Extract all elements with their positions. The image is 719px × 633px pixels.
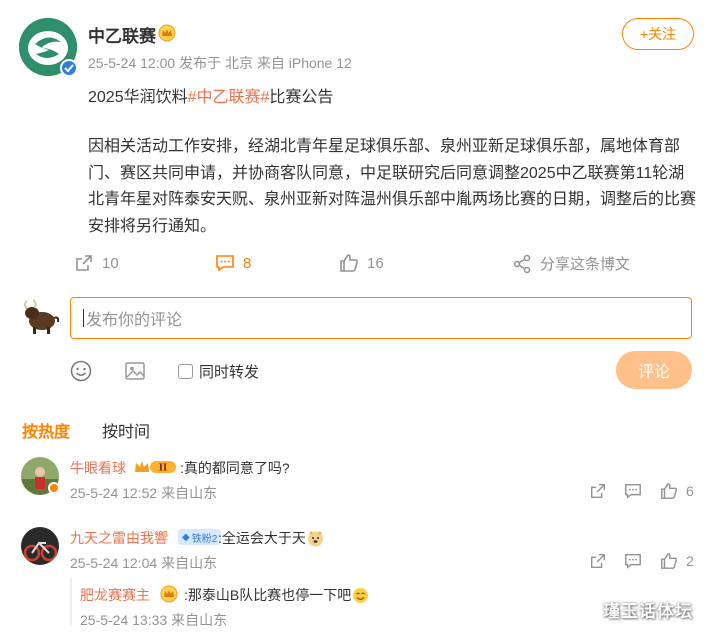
- repost-icon[interactable]: [589, 552, 607, 570]
- fan-badge: ◆ 铁粉2: [178, 529, 222, 545]
- share-label: 分享这条博文: [540, 256, 631, 273]
- repost-checkbox[interactable]: 同时转发: [178, 361, 259, 382]
- share-icon: [513, 254, 531, 273]
- comment-like-button[interactable]: 2: [660, 552, 694, 570]
- verified-icon: [60, 59, 78, 77]
- reply-meta: 25-5-24 13:33 来自山东: [80, 610, 227, 630]
- smile-emoji-icon: [353, 587, 369, 603]
- comment-button[interactable]: 8: [215, 253, 251, 273]
- comment-text-wrap: :全运会大于天: [218, 528, 324, 548]
- thumbs-up-icon: [661, 483, 678, 499]
- diamond-icon: ◆: [182, 531, 190, 543]
- comment-time: 25-5-24 12:04: [70, 555, 158, 571]
- commenter-avatar[interactable]: [21, 527, 59, 565]
- like-count: 16: [367, 254, 384, 272]
- comment-count: 8: [243, 254, 252, 272]
- comment-like-button[interactable]: 6: [660, 482, 694, 500]
- vip-dot-icon: [48, 482, 60, 494]
- share-button[interactable]: 分享这条博文: [512, 253, 630, 274]
- image-icon[interactable]: [124, 360, 146, 382]
- level-badge: II: [134, 459, 178, 475]
- submit-comment-button[interactable]: 评论: [616, 351, 692, 389]
- repost-icon: [76, 255, 92, 271]
- thumbs-up-icon: [340, 254, 358, 272]
- title-prefix: 2025华润饮料: [88, 89, 188, 106]
- user-avatar[interactable]: [21, 296, 61, 336]
- post-title: 2025华润饮料#中乙联赛#比赛公告: [88, 83, 333, 107]
- comment-text: :全运会大于天: [218, 530, 306, 546]
- reply-text: :那泰山B队比赛也停一下吧: [184, 587, 352, 603]
- reply-time: 25-5-24 13:33: [80, 612, 168, 628]
- checkbox-box[interactable]: [178, 364, 193, 379]
- comment-time: 25-5-24 12:52: [70, 485, 158, 501]
- comment-text: :真的都同意了吗?: [180, 460, 290, 476]
- comment-placeholder: 发布你的评论: [86, 312, 183, 329]
- fan-badge-label: 铁粉2: [191, 533, 218, 545]
- post-device: 来自 iPhone 12: [256, 55, 352, 71]
- comment-location: 来自山东: [161, 555, 218, 571]
- post-meta: 25-5-24 12:00 发布于 北京 来自 iPhone 12: [88, 53, 352, 73]
- thumbs-up-icon: [661, 553, 678, 569]
- hashtag-link[interactable]: #中乙联赛#: [188, 89, 270, 106]
- like-button[interactable]: 16: [339, 253, 384, 273]
- comment-meta: 25-5-24 12:52 来自山东: [70, 483, 217, 503]
- post-location: 发布于 北京: [179, 55, 253, 71]
- repost-icon[interactable]: [589, 482, 607, 500]
- comment-icon[interactable]: [624, 552, 642, 570]
- crown-level-icon: II: [135, 461, 176, 474]
- comment-like-count: 2: [686, 553, 694, 569]
- tab-sort-time[interactable]: 按时间: [102, 418, 150, 442]
- comment-location: 来自山东: [161, 485, 218, 501]
- crown-icon: [160, 585, 178, 603]
- post-time[interactable]: 25-5-24 12:00: [88, 55, 175, 71]
- repost-count: 10: [102, 254, 119, 272]
- comment-input[interactable]: 发布你的评论: [70, 297, 692, 339]
- reply-divider: [70, 578, 72, 626]
- svg-text:II: II: [159, 464, 167, 474]
- post-body: 因相关活动工作安排，经湖北青年星足球俱乐部、泉州亚新足球俱乐部，属地体育部门、赛…: [88, 138, 697, 235]
- repost-button[interactable]: 10: [74, 253, 119, 273]
- fan-level-badge: ◆ 铁粉2: [178, 529, 222, 545]
- comment-like-count: 6: [686, 483, 694, 499]
- tab-sort-hot[interactable]: 按热度: [22, 418, 70, 442]
- commenter-name[interactable]: 牛眼看球: [70, 458, 126, 478]
- reply-location: 来自山东: [171, 612, 228, 628]
- watermark: 瑾玉话体坛: [603, 602, 693, 621]
- comment-icon: [216, 255, 234, 272]
- title-suffix: 比赛公告: [269, 89, 334, 106]
- author-name[interactable]: 中乙联赛: [88, 22, 156, 47]
- reply-author-name[interactable]: 肥龙赛赛主: [80, 585, 150, 605]
- comment-icon[interactable]: [624, 482, 642, 500]
- crown-icon: [158, 24, 176, 42]
- text-caret: [83, 309, 84, 327]
- follow-button[interactable]: +关注: [622, 18, 694, 50]
- commenter-name[interactable]: 九天之雷由我響: [70, 528, 168, 548]
- comment-meta: 25-5-24 12:04 来自山东: [70, 553, 217, 573]
- reply-text-wrap: :那泰山B队比赛也停一下吧: [184, 585, 369, 605]
- doge-emoji-icon: [307, 530, 323, 546]
- emoji-icon[interactable]: [70, 360, 92, 382]
- repost-checkbox-label: 同时转发: [199, 364, 260, 381]
